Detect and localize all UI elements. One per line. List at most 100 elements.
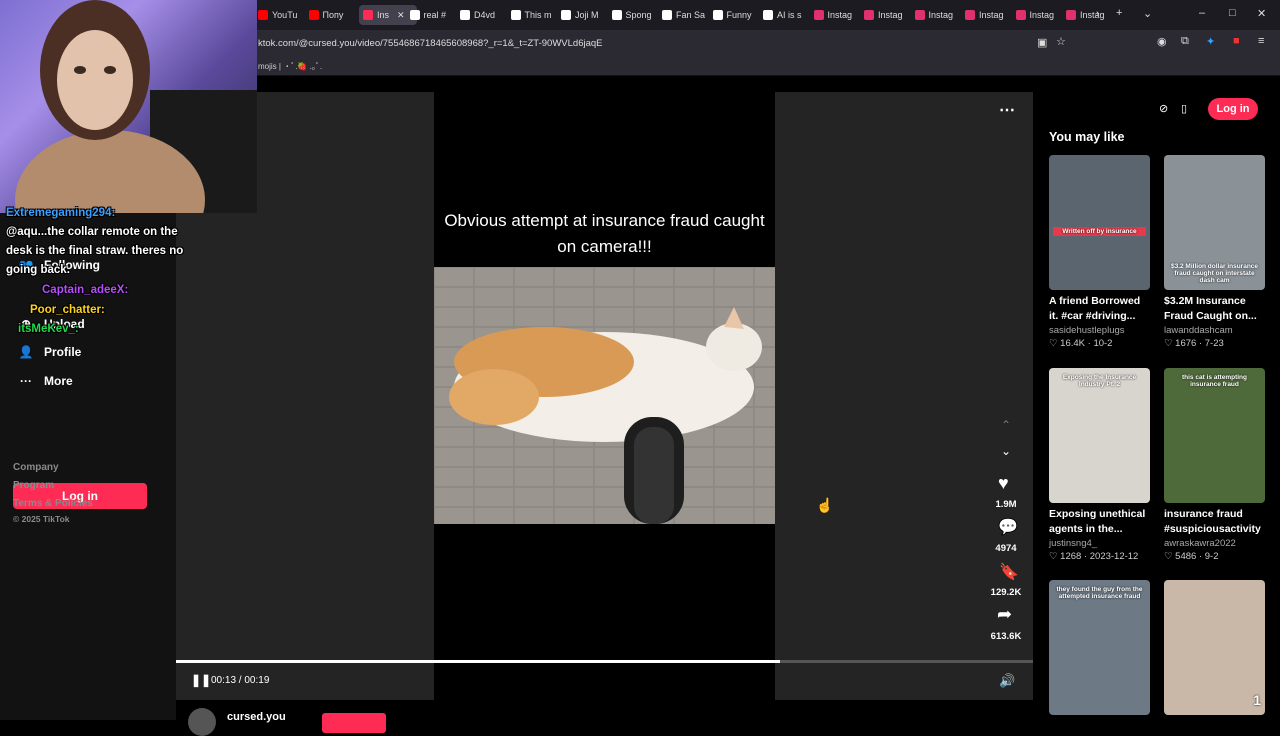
author-name[interactable]: cursed.you (227, 711, 286, 723)
tab-scroll-right-icon[interactable]: › (1096, 8, 1100, 20)
extension-icon[interactable]: ✦ (1206, 35, 1215, 48)
browser-tab[interactable]: Instag (965, 5, 1011, 25)
recommended-video-card[interactable]: Written off by insurance A friend Borrowe… (1049, 155, 1150, 349)
card-title[interactable]: insurance fraud #suspiciousactivity (1164, 507, 1265, 537)
bookmark-icon[interactable]: 🔖 (999, 562, 1019, 582)
pause-icon[interactable]: ❚❚ (191, 673, 211, 687)
recommended-video-card[interactable]: this cat is attempting insurance fraud in… (1164, 368, 1265, 562)
header-login-button[interactable]: Log in (1208, 98, 1258, 120)
tab-list-icon[interactable]: ⌄ (1143, 7, 1152, 20)
card-author[interactable]: awraskawra2022 (1164, 538, 1265, 549)
bookmark-item[interactable]: mojis | ・ﾟ.🍓 .｡ﾟ. (258, 61, 322, 72)
volume-icon[interactable]: 🔊 (999, 673, 1015, 689)
footer-company-link[interactable]: Company (13, 462, 59, 473)
maximize-icon[interactable]: □ (1229, 7, 1236, 19)
video-thumbnail[interactable]: Exposing the Insurance Industry Pt. 2 (1049, 368, 1150, 503)
heart-icon: ♡ (1049, 551, 1061, 562)
comment-count: 4974 (995, 543, 1017, 554)
browser-tab[interactable]: real # (409, 5, 456, 25)
compass-icon[interactable]: ⊘ (1159, 102, 1168, 115)
browser-tab[interactable]: This m (510, 5, 557, 25)
card-title[interactable]: A friend Borrowed it. #car #driving... (1049, 294, 1150, 324)
mouse-cursor-icon: ☝ (816, 497, 834, 513)
recommended-video-card[interactable]: $3.2 Million dollar insurance fraud caug… (1164, 155, 1265, 349)
chat-message: Captain_adeeX: (42, 284, 129, 296)
card-title[interactable]: Exposing unethical agents in the... (1049, 507, 1150, 537)
tab-favicon-icon (864, 10, 874, 20)
video-progress-bar[interactable] (176, 660, 1033, 663)
browser-tab[interactable]: Funny (712, 5, 759, 25)
tab-favicon-icon (1066, 10, 1076, 20)
video-thumbnail[interactable]: they found the guy from the attempted in… (1049, 580, 1150, 715)
tab-label: Spong (625, 10, 652, 20)
tab-favicon-icon (258, 10, 268, 20)
recommended-video-card[interactable]: 1 (1164, 580, 1265, 715)
author-avatar[interactable] (188, 708, 216, 736)
close-window-icon[interactable]: ✕ (1257, 7, 1266, 20)
thumbnail-text: this cat is attempting insurance fraud (1181, 374, 1247, 388)
like-icon[interactable]: ♥ (998, 473, 1009, 494)
bookmark-star-icon[interactable]: ☆ (1056, 35, 1066, 48)
card-author[interactable]: justinsng4_ (1049, 538, 1150, 549)
comment-icon[interactable]: 💬 (998, 517, 1018, 537)
thumbnail-text: $3.2 Million dollar insurance fraud caug… (1170, 263, 1259, 284)
browser-tab[interactable]: Instag (864, 5, 910, 25)
tab-label: Instag (827, 10, 853, 20)
sidebar-item-label: More (44, 374, 73, 388)
recommended-video-card[interactable]: Exposing the Insurance Industry Pt. 2 Exp… (1049, 368, 1150, 562)
browser-tab[interactable]: Spong (611, 5, 658, 25)
like-count: 1.9M (995, 499, 1017, 510)
browser-tab[interactable]: Instag (1066, 5, 1112, 25)
tab-label: AI is s (777, 10, 802, 20)
browser-tab[interactable]: Попу (308, 5, 355, 25)
browser-tab[interactable]: Instag (1015, 5, 1062, 25)
video-thumbnail[interactable]: Written off by insurance (1049, 155, 1150, 290)
share-icon[interactable]: ➦ (997, 604, 1012, 625)
follow-button[interactable] (322, 713, 386, 733)
tab-favicon-icon (712, 10, 723, 20)
tab-favicon-icon (813, 10, 824, 20)
new-tab-icon[interactable]: + (1116, 7, 1122, 19)
minimize-icon[interactable]: – (1199, 7, 1205, 19)
sidebar-item-more[interactable]: ··· More (18, 374, 73, 388)
thumbnail-text: they found the guy from the attempted in… (1056, 586, 1143, 600)
browser-tab[interactable]: Ins ✕ (359, 5, 417, 25)
video-thumbnail[interactable]: this cat is attempting insurance fraud (1164, 368, 1265, 503)
heart-icon: ♡ (1164, 338, 1176, 349)
mobile-icon[interactable]: ▯ (1181, 102, 1187, 115)
reader-icon[interactable]: ▣ (1037, 36, 1047, 49)
menu-icon[interactable]: ≡ (1258, 35, 1264, 47)
browser-tab[interactable]: AI is s (763, 5, 809, 25)
account-icon[interactable]: ◉ (1157, 35, 1167, 48)
next-video-icon[interactable]: ⌄ (1001, 444, 1011, 458)
more-options-icon[interactable]: ⋯ (999, 100, 1015, 120)
card-date: 2023-12-12 (1089, 551, 1139, 562)
card-date: 9-2 (1204, 551, 1219, 562)
tab-favicon-icon (561, 10, 571, 20)
footer-program-link[interactable]: Program (13, 480, 54, 491)
tab-favicon-icon (763, 10, 773, 20)
browser-tab[interactable]: D4vd (460, 5, 506, 25)
card-likes: 1268 (1060, 551, 1082, 562)
video-thumbnail[interactable]: $3.2 Million dollar insurance fraud caug… (1164, 155, 1265, 290)
url-text[interactable]: ktok.com/@cursed.you/video/7554686718465… (258, 38, 603, 49)
recommended-video-card[interactable]: they found the guy from the attempted in… (1049, 580, 1150, 715)
browser-tab[interactable]: Instag (813, 5, 860, 25)
card-author[interactable]: lawanddashcam (1164, 325, 1265, 336)
close-tab-icon[interactable]: ✕ (397, 10, 405, 21)
extensions-icon[interactable]: ⧉ (1181, 35, 1189, 48)
card-author[interactable]: sasidehustleplugs (1049, 325, 1150, 336)
browser-tab[interactable]: Fan Sa (662, 5, 708, 25)
browser-tab[interactable]: Joji M (561, 5, 607, 25)
separator: · (1196, 551, 1205, 562)
video-thumbnail[interactable]: 1 (1164, 580, 1265, 715)
card-title[interactable]: $3.2M Insurance Fraud Caught on... (1164, 294, 1265, 324)
browser-tab[interactable]: Instag (914, 5, 961, 25)
tab-favicon-icon (409, 10, 420, 20)
browser-tab[interactable]: YouTu (258, 5, 304, 25)
video-progress-fill (176, 660, 781, 663)
previous-video-icon[interactable]: ⌃ (1001, 418, 1011, 432)
footer-terms-link[interactable]: Terms & Policies (13, 498, 93, 509)
addon-icon[interactable]: ■ (1233, 35, 1240, 47)
sidebar-item-profile[interactable]: 👤 Profile (18, 345, 82, 359)
